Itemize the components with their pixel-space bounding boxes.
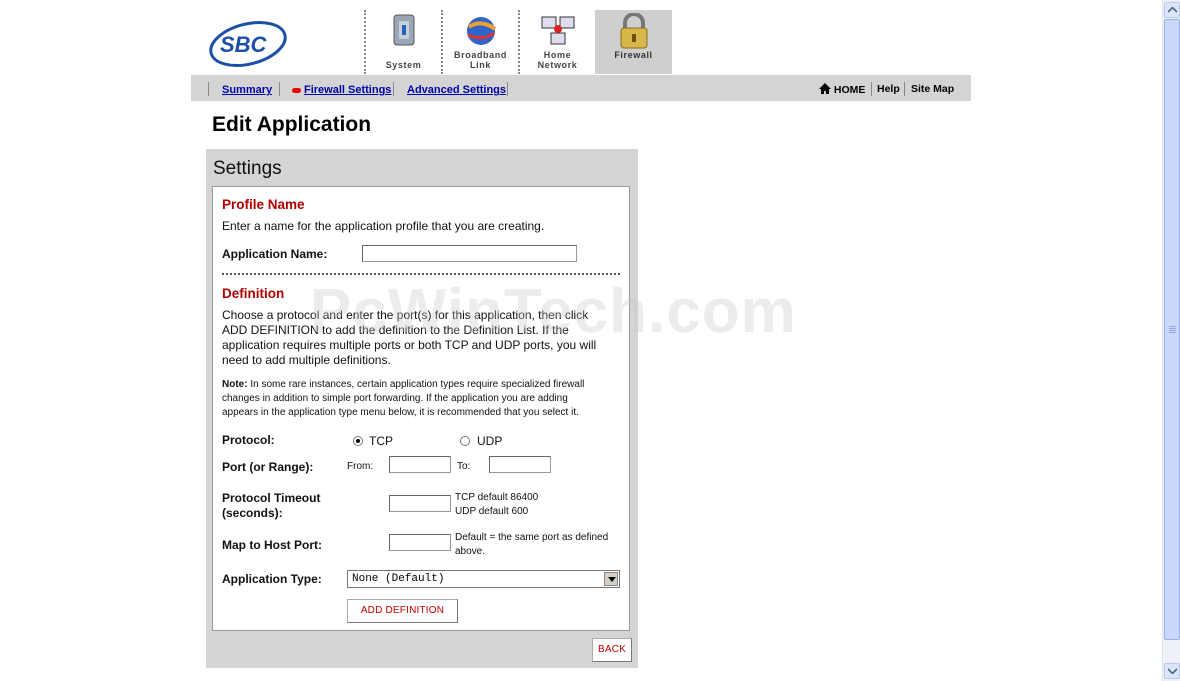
- firewall-settings-item: Firewall Settings: [292, 84, 391, 96]
- tab-system[interactable]: System: [364, 10, 441, 74]
- application-type-value: None (Default): [352, 573, 445, 585]
- logo-text: SBC: [220, 32, 268, 57]
- home-icon: [819, 83, 831, 94]
- profile-name-heading: Profile Name: [222, 197, 305, 212]
- tab-home-network[interactable]: Home Network: [518, 10, 595, 74]
- definition-description-1: Choose a protocol and enter the port(s) …: [222, 308, 589, 322]
- tcp-radio[interactable]: [353, 436, 363, 446]
- lock-icon: [620, 13, 647, 49]
- sub-navigation: Summary Firewall Settings Advanced Setti…: [191, 75, 971, 101]
- map-host-hint-1: Default = the same port as defined: [455, 532, 609, 543]
- timeout-hint-tcp: TCP default 86400: [455, 492, 539, 503]
- tab-firewall-label: Firewall: [614, 50, 653, 60]
- map-host-port-label: Map to Host Port:: [222, 538, 322, 552]
- site-map-link[interactable]: Site Map: [911, 83, 954, 95]
- application-type-select[interactable]: None (Default): [347, 570, 620, 588]
- section-divider: [222, 273, 620, 275]
- scroll-down-button[interactable]: [1164, 663, 1180, 679]
- map-host-hint-2: above.: [455, 546, 486, 557]
- note-line-3: appears in the application type menu bel…: [222, 407, 579, 418]
- application-type-label: Application Type:: [222, 572, 322, 586]
- udp-radio[interactable]: [460, 436, 470, 446]
- nav-divider: [279, 82, 280, 96]
- port-to-input[interactable]: [489, 456, 551, 473]
- tab-system-label: System: [385, 60, 422, 70]
- definition-description-3: application requires multiple ports or b…: [222, 338, 597, 352]
- grip-icon: [1169, 326, 1176, 334]
- to-label: To:: [457, 461, 471, 472]
- map-host-port-input[interactable]: [389, 534, 451, 551]
- timeout-hint-udp: UDP default 600: [455, 506, 529, 517]
- protocol-label: Protocol:: [222, 433, 275, 447]
- settings-panel: Settings Profile Name Enter a name for t…: [206, 149, 638, 668]
- scroll-thumb[interactable]: [1164, 19, 1180, 640]
- globe-icon: [466, 17, 496, 45]
- definition-description-2: ADD DEFINITION to add the definition to …: [222, 323, 569, 337]
- help-link[interactable]: Help: [877, 83, 900, 95]
- tab-firewall[interactable]: Firewall: [595, 10, 672, 74]
- application-name-label: Application Name:: [222, 247, 328, 261]
- note-line-2: changes in addition to simple port forwa…: [222, 393, 568, 404]
- summary-link[interactable]: Summary: [222, 84, 272, 96]
- back-button[interactable]: BACK: [592, 638, 632, 662]
- settings-form: Profile Name Enter a name for the applic…: [212, 186, 630, 631]
- nav-divider: [393, 82, 394, 96]
- vertical-scrollbar[interactable]: [1162, 0, 1180, 681]
- tab-home-label-1: Home: [543, 50, 572, 60]
- tab-broadband-label-1: Broadband: [454, 50, 507, 60]
- add-definition-button[interactable]: ADD DEFINITION: [347, 599, 458, 623]
- sbc-logo[interactable]: SBC: [206, 18, 290, 70]
- note-label: Note:: [222, 379, 248, 390]
- tab-broadband-label-2: Link: [470, 60, 491, 70]
- definition-heading: Definition: [222, 286, 285, 301]
- home-link-label: HOME: [833, 84, 866, 96]
- protocol-timeout-label-2: (seconds):: [222, 506, 283, 520]
- nav-divider: [208, 82, 209, 96]
- main-nav: System Broadband Link Home Network Firew…: [364, 10, 672, 74]
- tcp-label: TCP: [369, 434, 393, 448]
- current-page-indicator-icon: [292, 87, 301, 93]
- chevron-up-icon: [1168, 7, 1177, 13]
- protocol-timeout-label-1: Protocol Timeout: [222, 491, 321, 505]
- tab-home-label-2: Network: [537, 60, 578, 70]
- application-name-input[interactable]: [362, 245, 577, 262]
- page-title: Edit Application: [212, 113, 372, 136]
- settings-title: Settings: [213, 158, 282, 179]
- profile-description: Enter a name for the application profile…: [222, 219, 545, 233]
- definition-description-4: need to add multiple definitions.: [222, 353, 391, 367]
- system-icon: [393, 14, 414, 46]
- note-text-1: In some rare instances, certain applicat…: [247, 379, 585, 390]
- dropdown-arrow-icon[interactable]: [604, 572, 618, 586]
- firewall-settings-link[interactable]: Firewall Settings: [304, 84, 391, 96]
- nav-divider: [904, 82, 905, 96]
- port-range-label: Port (or Range):: [222, 460, 314, 474]
- advanced-settings-link[interactable]: Advanced Settings: [407, 84, 506, 96]
- chevron-down-icon: [1168, 668, 1177, 674]
- from-label: From:: [347, 461, 374, 472]
- nav-divider: [507, 82, 508, 96]
- home-link[interactable]: HOME: [819, 83, 865, 96]
- note-line-1: Note: In some rare instances, certain ap…: [222, 378, 627, 392]
- scroll-up-button[interactable]: [1164, 2, 1180, 18]
- home-network-icon: [541, 16, 574, 45]
- port-from-input[interactable]: [389, 456, 451, 473]
- nav-divider: [871, 82, 872, 96]
- protocol-timeout-input[interactable]: [389, 495, 451, 512]
- udp-label: UDP: [477, 434, 503, 448]
- tab-broadband-link[interactable]: Broadband Link: [441, 10, 518, 74]
